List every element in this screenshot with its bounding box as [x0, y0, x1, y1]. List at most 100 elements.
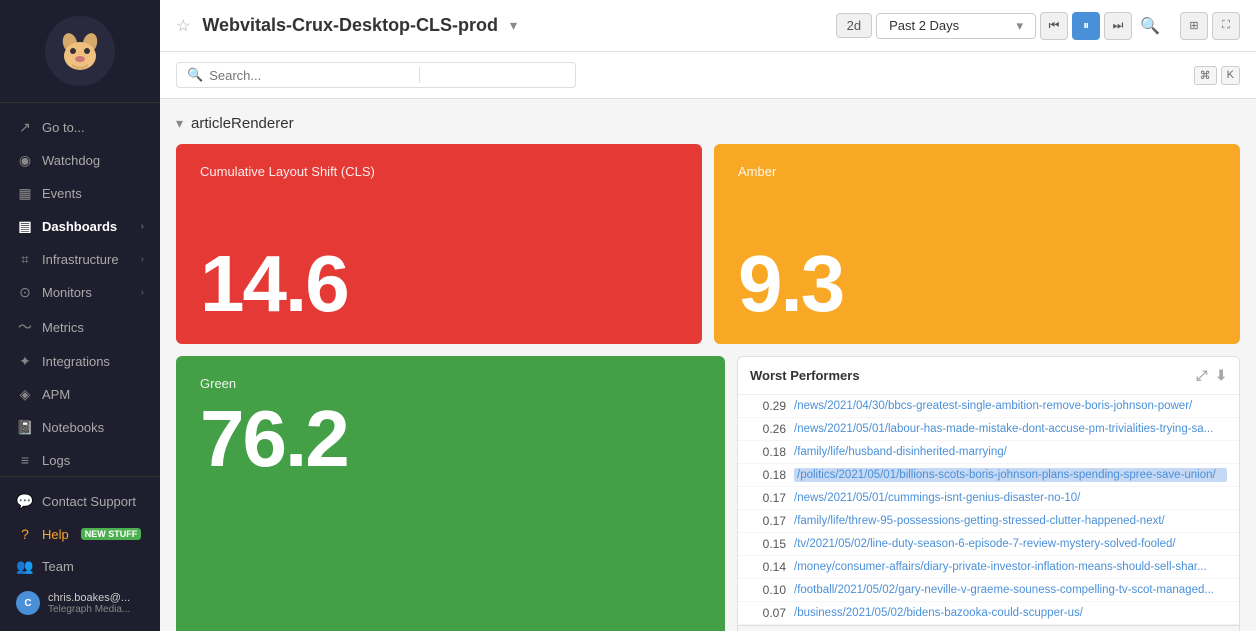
- wp-path: /news/2021/05/01/cummings-isnt-genius-di…: [794, 492, 1227, 504]
- keyboard-shortcut: ⌘ K: [1194, 66, 1240, 85]
- sidebar-item-help[interactable]: ? Help NEW STUFF: [0, 518, 160, 550]
- sidebar-item-team[interactable]: 👥 Team: [0, 550, 160, 583]
- sidebar-item-goto-label: Go to...: [42, 120, 85, 135]
- expand-icon[interactable]: ⤢: [1196, 367, 1207, 384]
- infrastructure-arrow: ›: [141, 254, 144, 265]
- pause-button[interactable]: ⏸: [1072, 12, 1100, 40]
- green-tile: Green 76.2: [176, 356, 725, 631]
- wp-score: 0.29: [750, 399, 786, 413]
- help-badge: NEW STUFF: [81, 528, 142, 540]
- page-title: Webvitals-Crux-Desktop-CLS-prod: [202, 15, 498, 36]
- kbd-cmd: ⌘: [1194, 66, 1217, 85]
- sidebar-item-contact[interactable]: 💬 Contact Support: [0, 485, 160, 518]
- sidebar-item-infrastructure[interactable]: ⌗ Infrastructure ›: [0, 243, 160, 276]
- sidebar: ↗ Go to... ◉ Watchdog ▦ Events ▤ Dashboa…: [0, 0, 160, 631]
- infrastructure-icon: ⌗: [16, 251, 34, 268]
- wp-row-1[interactable]: 0.26 /news/2021/05/01/labour-has-made-mi…: [738, 418, 1239, 441]
- collapse-button[interactable]: ▾: [176, 115, 183, 132]
- sidebar-item-metrics[interactable]: 〜 Metrics: [0, 309, 160, 345]
- wp-path: /business/2021/05/02/bidens-bazooka-coul…: [794, 607, 1227, 619]
- display-options: ⊞ ⛶: [1180, 12, 1240, 40]
- sidebar-item-monitors[interactable]: ⊙ Monitors ›: [0, 276, 160, 309]
- time-period-button[interactable]: 2d: [836, 13, 872, 38]
- sidebar-item-logs[interactable]: ≡ Logs: [0, 444, 160, 476]
- user-name: chris.boakes@...: [48, 592, 130, 604]
- metrics-icon: 〜: [16, 317, 34, 337]
- download-icon[interactable]: ⬇: [1215, 367, 1227, 384]
- header-icons: ⤢ ⬇: [1196, 367, 1227, 384]
- forward-button[interactable]: ⏭: [1104, 12, 1132, 40]
- apm-icon: ◈: [16, 386, 34, 403]
- search-input[interactable]: [209, 68, 409, 83]
- cls-value: 14.6: [200, 244, 678, 324]
- cls-tile: Cumulative Layout Shift (CLS) 14.6: [176, 144, 702, 344]
- section-header: ▾ articleRenderer: [176, 115, 1240, 132]
- time-range-selector[interactable]: Past 2 Days ▾: [876, 13, 1036, 39]
- integrations-icon: ✦: [16, 353, 34, 370]
- wp-row-6[interactable]: 0.15 /tv/2021/05/02/line-duty-season-6-e…: [738, 533, 1239, 556]
- sidebar-item-watchdog-label: Watchdog: [42, 153, 100, 168]
- sidebar-item-logs-label: Logs: [42, 453, 70, 468]
- goto-icon: ↗: [16, 119, 34, 136]
- wp-row-8[interactable]: 0.10 /football/2021/05/02/gary-neville-v…: [738, 579, 1239, 602]
- sidebar-item-dashboards[interactable]: ▤ Dashboards ›: [0, 210, 160, 243]
- wp-path: /family/life/threw-95-possessions-gettin…: [794, 515, 1227, 527]
- wp-score: 0.17: [750, 491, 786, 505]
- logo-area: [0, 0, 160, 103]
- sidebar-item-apm[interactable]: ◈ APM: [0, 378, 160, 411]
- wp-path: /football/2021/05/02/gary-neville-v-grae…: [794, 584, 1227, 596]
- app-logo: [45, 16, 115, 86]
- sidebar-item-watchdog[interactable]: ◉ Watchdog: [0, 144, 160, 177]
- sidebar-item-monitors-label: Monitors: [42, 285, 92, 300]
- user-item[interactable]: C chris.boakes@... Telegraph Media...: [0, 583, 160, 623]
- search-divider: [419, 67, 420, 83]
- sidebar-item-integrations[interactable]: ✦ Integrations: [0, 345, 160, 378]
- search-toggle-button[interactable]: 🔍: [1140, 16, 1160, 36]
- dashboard-content: ▾ articleRenderer Cumulative Layout Shif…: [160, 99, 1256, 631]
- dashboards-arrow: ›: [141, 221, 144, 232]
- events-icon: ▦: [16, 185, 34, 202]
- wp-score: 0.15: [750, 537, 786, 551]
- worst-performers-title: Worst Performers: [750, 368, 1196, 383]
- wp-score: 0.07: [750, 606, 786, 620]
- section-title: articleRenderer: [191, 115, 294, 132]
- rewind-button[interactable]: ⏮: [1040, 12, 1068, 40]
- user-info: chris.boakes@... Telegraph Media...: [48, 592, 130, 615]
- grid-view-button[interactable]: ⊞: [1180, 12, 1208, 40]
- scroll-indicator: [738, 625, 1239, 631]
- wp-path: /politics/2021/05/01/billions-scots-bori…: [794, 468, 1227, 482]
- search-input-wrap[interactable]: 🔍: [176, 62, 576, 88]
- logs-icon: ≡: [16, 452, 34, 468]
- kbd-k: K: [1221, 66, 1240, 85]
- sidebar-item-goto[interactable]: ↗ Go to...: [0, 111, 160, 144]
- wp-row-2[interactable]: 0.18 /family/life/husband-disinherited-m…: [738, 441, 1239, 464]
- wp-score: 0.14: [750, 560, 786, 574]
- wp-row-5[interactable]: 0.17 /family/life/threw-95-possessions-g…: [738, 510, 1239, 533]
- worst-performers-panel: Worst Performers ⤢ ⬇ 0.29 /news/2021/04/…: [737, 356, 1240, 631]
- sidebar-item-team-label: Team: [42, 559, 74, 574]
- amber-value: 9.3: [738, 244, 1216, 324]
- wp-row-7[interactable]: 0.14 /money/consumer-affairs/diary-priva…: [738, 556, 1239, 579]
- sidebar-item-apm-label: APM: [42, 387, 70, 402]
- top-tiles: Cumulative Layout Shift (CLS) 14.6 Amber…: [176, 144, 1240, 344]
- wp-row-4[interactable]: 0.17 /news/2021/05/01/cummings-isnt-geni…: [738, 487, 1239, 510]
- worst-performers-header: Worst Performers ⤢ ⬇: [738, 357, 1239, 395]
- worst-performers-table: 0.29 /news/2021/04/30/bbcs-greatest-sing…: [738, 395, 1239, 625]
- sidebar-item-events[interactable]: ▦ Events: [0, 177, 160, 210]
- chevron-down-icon[interactable]: ▾: [510, 17, 517, 34]
- wp-row-9[interactable]: 0.07 /business/2021/05/02/bidens-bazooka…: [738, 602, 1239, 625]
- wp-score: 0.26: [750, 422, 786, 436]
- fullscreen-button[interactable]: ⛶: [1212, 12, 1240, 40]
- sidebar-item-notebooks[interactable]: 📓 Notebooks: [0, 411, 160, 444]
- wp-row-3[interactable]: 0.18 /politics/2021/05/01/billions-scots…: [738, 464, 1239, 487]
- monitors-icon: ⊙: [16, 284, 34, 301]
- sidebar-item-events-label: Events: [42, 186, 82, 201]
- contact-icon: 💬: [16, 493, 34, 510]
- star-button[interactable]: ☆: [176, 16, 190, 36]
- watchdog-icon: ◉: [16, 152, 34, 169]
- sidebar-item-contact-label: Contact Support: [42, 494, 136, 509]
- wp-score: 0.18: [750, 445, 786, 459]
- wp-row-0[interactable]: 0.29 /news/2021/04/30/bbcs-greatest-sing…: [738, 395, 1239, 418]
- wp-path: /money/consumer-affairs/diary-private-in…: [794, 561, 1227, 573]
- sidebar-item-help-label: Help: [42, 527, 69, 542]
